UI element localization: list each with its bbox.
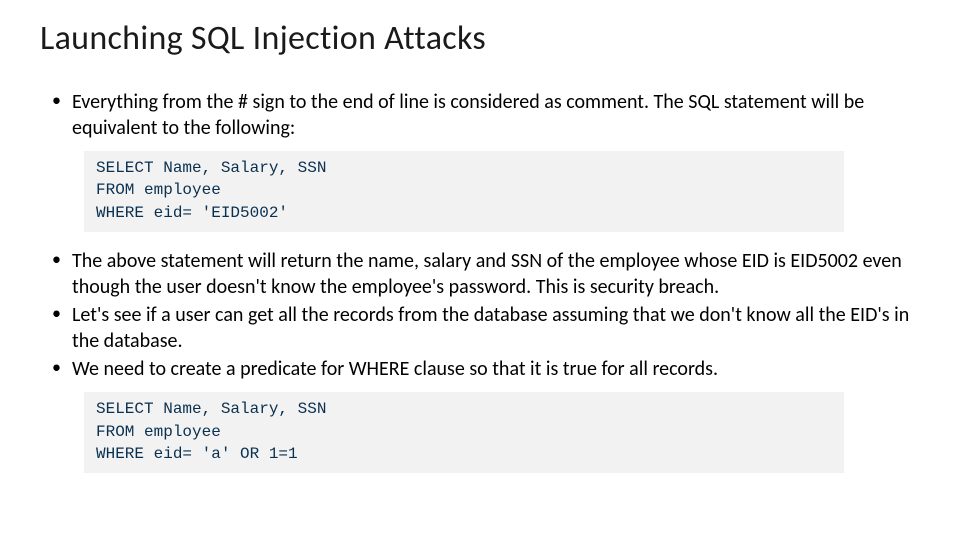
slide-content: Everything from the # sign to the end of… xyxy=(40,89,920,473)
list-item: We need to create a predicate for WHERE … xyxy=(48,356,920,382)
code-block-2: SELECT Name, Salary, SSN FROM employee W… xyxy=(84,392,844,473)
code-line: WHERE eid= 'EID5002' xyxy=(96,202,832,224)
code-line: SELECT Name, Salary, SSN xyxy=(96,157,832,179)
bullet-list-2: The above statement will return the name… xyxy=(48,248,920,382)
list-item: Let's see if a user can get all the reco… xyxy=(48,302,920,354)
code-block-1: SELECT Name, Salary, SSN FROM employee W… xyxy=(84,151,844,232)
code-line: WHERE eid= 'a' OR 1=1 xyxy=(96,443,832,465)
code-line: FROM employee xyxy=(96,421,832,443)
bullet-list-1: Everything from the # sign to the end of… xyxy=(48,89,920,141)
code-line: SELECT Name, Salary, SSN xyxy=(96,398,832,420)
list-item: The above statement will return the name… xyxy=(48,248,920,300)
slide-title: Launching SQL Injection Attacks xyxy=(40,18,920,59)
list-item: Everything from the # sign to the end of… xyxy=(48,89,920,141)
code-line: FROM employee xyxy=(96,179,832,201)
